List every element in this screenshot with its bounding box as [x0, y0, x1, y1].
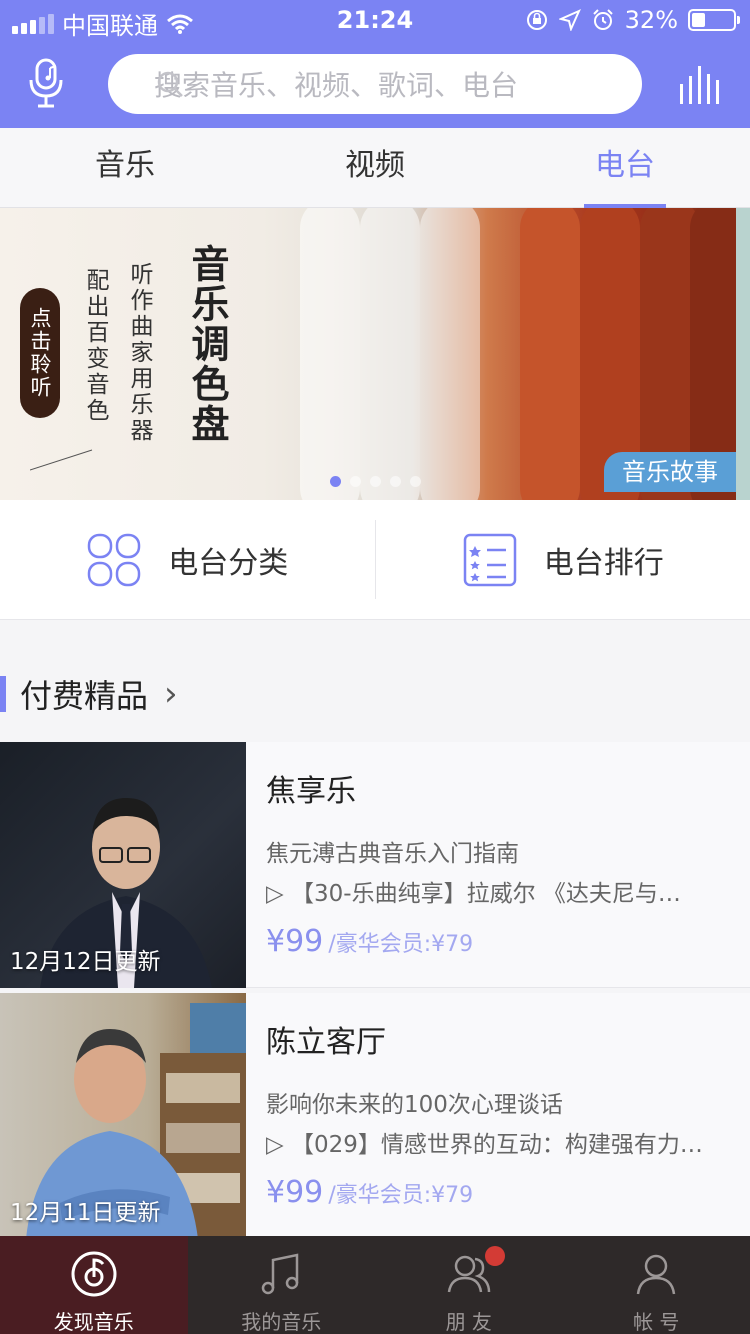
list-item[interactable]: 12月11日更新 陈立客厅 影响你未来的100次心理谈话 ▷ 【029】情感世界…: [0, 993, 750, 1239]
item-thumbnail: 12月12日更新: [0, 742, 246, 988]
music-note-icon: [262, 1253, 299, 1295]
top-header: 中国联通 21:24 32% 搜索音乐、视频、歌词、电台: [0, 0, 750, 128]
search-icon: [157, 71, 183, 97]
banner-pagination[interactable]: [330, 476, 421, 487]
radio-shortcuts: 电台分类 电台排行: [0, 500, 750, 620]
alarm-icon: [592, 9, 613, 30]
item-title: 陈立客厅: [266, 1025, 386, 1060]
nav-account[interactable]: 帐 号: [563, 1236, 750, 1334]
chevron-right-icon: ›: [164, 674, 178, 714]
nav-label: 朋 友: [445, 1310, 492, 1334]
play-triangle-icon: ▷: [266, 1132, 291, 1158]
banner-headline: 音乐调色盘: [185, 244, 230, 444]
location-icon: [558, 9, 581, 31]
item-price: ¥99 /豪华会员:¥79: [266, 1175, 474, 1210]
section-title: 付费精品: [20, 677, 149, 715]
nav-my-music[interactable]: 我的音乐: [188, 1236, 376, 1334]
category-grid-icon: [88, 533, 141, 586]
nav-friends[interactable]: 朋 友: [375, 1236, 563, 1334]
tab-radio[interactable]: 电台: [500, 128, 750, 208]
top-tabs: 音乐 视频 电台: [0, 128, 750, 208]
banner-divider-line: [30, 449, 93, 471]
status-bar: 中国联通 21:24 32%: [0, 0, 750, 40]
banner-line-1: 听作曲家用乐器: [126, 262, 152, 444]
promo-banner[interactable]: 音乐调色盘 听作曲家用乐器 配出百变音色 点击聆听 音乐故事: [0, 208, 750, 500]
play-triangle-icon: ▷: [266, 881, 291, 907]
tab-video[interactable]: 视频: [250, 128, 500, 207]
bottom-nav: 发现音乐 我的音乐 朋 友 帐 号: [0, 1236, 750, 1334]
item-price: ¥99 /豪华会员:¥79: [266, 924, 474, 959]
search-input[interactable]: 搜索音乐、视频、歌词、电台: [108, 54, 642, 114]
search-placeholder: 搜索音乐、视频、歌词、电台: [154, 69, 519, 102]
update-date: 12月11日更新: [10, 1200, 161, 1226]
banner-tag: 音乐故事: [604, 452, 736, 492]
nav-label: 我的音乐: [241, 1310, 322, 1334]
banner-line-2: 配出百变音色: [82, 268, 108, 424]
radio-ranking-label: 电台排行: [543, 545, 664, 581]
battery-icon: [688, 9, 740, 31]
radio-ranking-button[interactable]: 电台排行: [374, 520, 750, 599]
nav-discover[interactable]: 发现音乐: [0, 1236, 188, 1334]
banner-violin-image: [300, 208, 360, 500]
list-item[interactable]: 12月12日更新 焦享乐 焦元溥古典音乐入门指南 ▷ 【30-乐曲纯享】拉威尔 …: [0, 742, 750, 988]
section-accent-bar: [0, 676, 6, 712]
tab-music[interactable]: 音乐: [0, 128, 250, 207]
user-icon: [637, 1254, 676, 1295]
ranking-list-icon: [463, 533, 516, 586]
notification-dot: [485, 1246, 505, 1266]
banner-listen-pill: 点击聆听: [20, 288, 60, 418]
nav-label: 帐 号: [633, 1310, 680, 1334]
paid-section-header[interactable]: 付费精品 ›: [0, 670, 178, 718]
update-date: 12月12日更新: [10, 949, 161, 975]
battery-percent: 32%: [624, 6, 678, 34]
radio-category-button[interactable]: 电台分类: [0, 500, 375, 619]
microphone-icon[interactable]: [28, 58, 68, 110]
item-description: 影响你未来的100次心理谈话: [266, 1092, 563, 1118]
music-note-logo-icon: [71, 1251, 117, 1297]
nav-label: 发现音乐: [53, 1310, 134, 1334]
item-thumbnail: 12月11日更新: [0, 993, 246, 1239]
item-episode: ▷ 【029】情感世界的互动：构建强有力…: [266, 1132, 703, 1158]
now-playing-bars-icon[interactable]: [678, 62, 722, 106]
radio-category-label: 电台分类: [168, 545, 289, 581]
item-episode: ▷ 【30-乐曲纯享】拉威尔 《达夫尼与…: [266, 881, 681, 907]
item-title: 焦享乐: [266, 774, 356, 809]
rotation-lock-icon: [526, 10, 547, 30]
item-description: 焦元溥古典音乐入门指南: [266, 841, 519, 867]
